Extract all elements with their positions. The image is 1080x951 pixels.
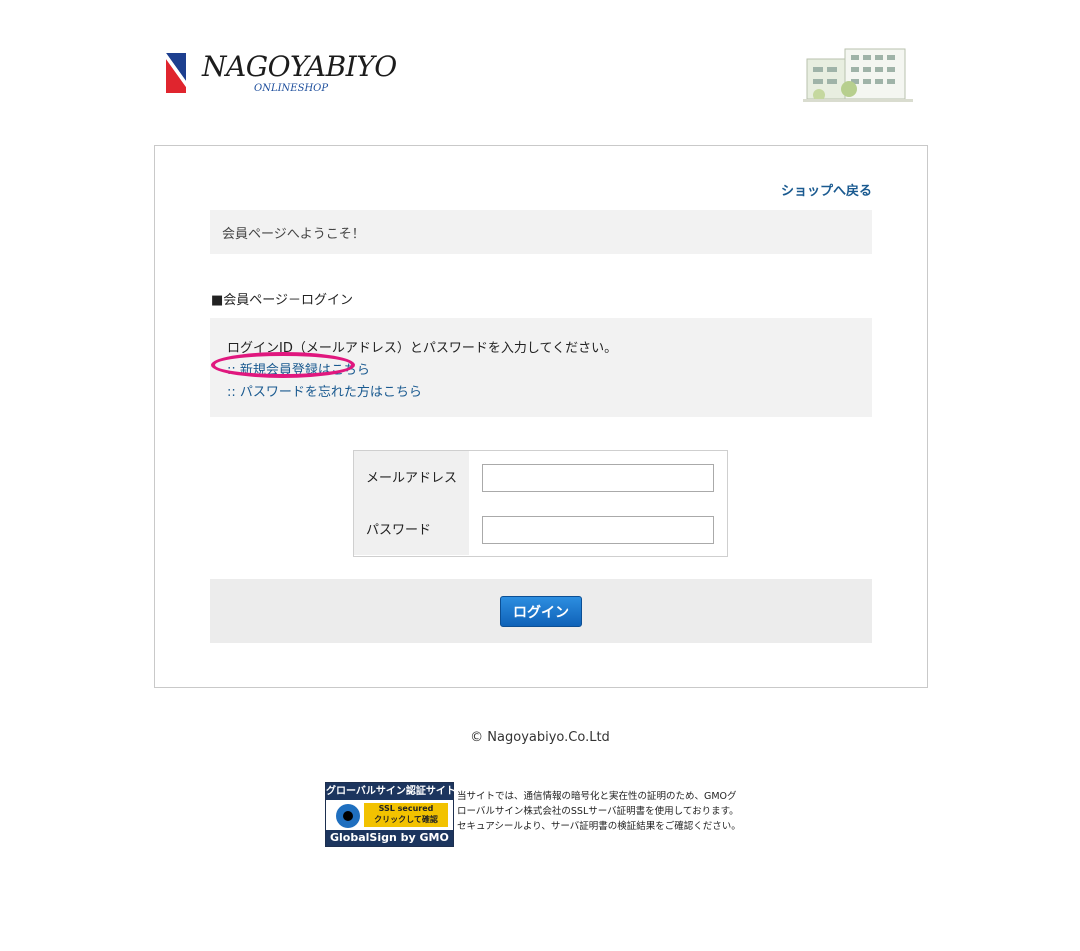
seal-title: グローバルサイン認証サイト (326, 783, 456, 800)
globalsign-seal[interactable]: グローバルサイン認証サイト SSL secured クリックして確認 Globa… (325, 782, 456, 847)
logo-mark-icon (166, 53, 186, 93)
seal-description: 当サイトでは、通信情報の暗号化と実在性の証明のため、GMOグ ローバルサイン株式… (457, 789, 757, 834)
site-logo[interactable]: NAGOYABIYO ONLINESHOP (166, 50, 397, 96)
email-field[interactable] (482, 464, 714, 492)
register-link[interactable]: :: 新規会員登録はこちら (227, 359, 370, 378)
email-row: メールアドレス (354, 451, 727, 503)
login-info-box: ログインID（メールアドレス）とパスワードを入力してください。 :: 新規会員登… (210, 318, 872, 417)
section-title: ■会員ページ－ログイン (211, 293, 354, 308)
seal-text-line-2: ローバルサイン株式会社のSSLサーバ証明書を使用しております。 (457, 806, 739, 817)
brand-subtitle: ONLINESHOP (254, 83, 329, 94)
password-row: パスワード (354, 503, 727, 555)
login-form: メールアドレス パスワード (353, 450, 728, 557)
back-to-shop-link[interactable]: ショップへ戻る (781, 180, 872, 199)
seal-brand: GlobalSign by GMO (326, 830, 453, 846)
eye-icon (336, 804, 360, 828)
seal-text-line-3: セキュアシールより、サーバ証明書の検証結果をご確認ください。 (457, 821, 741, 832)
ssl-line-1: SSL secured (378, 804, 434, 813)
email-label: メールアドレス (354, 451, 469, 503)
submit-area: ログイン (210, 579, 872, 643)
copyright-text: © Nagoyabiyo.Co.Ltd (470, 730, 610, 745)
building-illustration (803, 48, 913, 102)
forgot-password-link[interactable]: :: パスワードを忘れた方はこちら (227, 381, 422, 400)
password-label: パスワード (354, 503, 469, 555)
ssl-badge: SSL secured クリックして確認 (364, 803, 448, 827)
login-button[interactable]: ログイン (500, 596, 582, 627)
login-panel: ショップへ戻る 会員ページへようこそ！ ■会員ページ－ログイン ログインID（メ… (154, 145, 928, 688)
welcome-banner: 会員ページへようこそ！ (210, 210, 872, 254)
seal-text-line-1: 当サイトでは、通信情報の暗号化と実在性の証明のため、GMOグ (457, 791, 737, 802)
login-instructions: ログインID（メールアドレス）とパスワードを入力してください。 (227, 341, 618, 356)
password-field[interactable] (482, 516, 714, 544)
brand-name: NAGOYABIYO (202, 50, 397, 83)
ssl-line-2: クリックして確認 (374, 815, 438, 824)
